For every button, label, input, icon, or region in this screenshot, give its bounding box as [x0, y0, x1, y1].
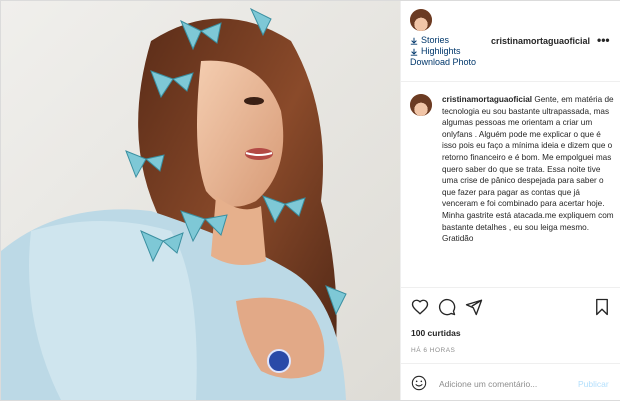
action-icons	[411, 298, 611, 318]
likes-count[interactable]: 100 curtidas	[411, 328, 461, 338]
highlights-link[interactable]: Highlights	[410, 46, 476, 57]
post-photo[interactable]	[1, 1, 400, 400]
download-photo-link[interactable]: Download Photo	[410, 57, 476, 68]
header-username[interactable]: cristinamortaguaoficial	[491, 36, 590, 46]
stories-link[interactable]: Stories	[410, 35, 476, 46]
more-icon: •••	[597, 33, 610, 47]
comment-input[interactable]	[437, 374, 573, 394]
caption-text: Gente, em matéria de tecnologia eu sou b…	[442, 95, 614, 244]
more-options-button[interactable]: •••	[597, 33, 610, 47]
caption-avatar[interactable]	[410, 94, 432, 116]
highlights-icon	[410, 48, 418, 56]
post-timestamp[interactable]: HÁ 6 HORAS	[411, 347, 455, 354]
stories-icon	[410, 37, 418, 45]
post-actions: 100 curtidas HÁ 6 HORAS	[401, 287, 620, 354]
stories-label: Stories	[421, 35, 450, 45]
header-avatar[interactable]	[410, 9, 432, 31]
post-header: Stories Highlights Download Photo cristi…	[401, 1, 620, 82]
highlights-label: Highlights	[421, 46, 461, 56]
share-icon[interactable]	[465, 298, 483, 316]
publish-button[interactable]: Publicar	[578, 379, 609, 389]
post-image	[1, 1, 400, 400]
header-extension-links: Stories Highlights Download Photo	[410, 35, 476, 68]
caption-text-block: cristinamortaguaoficial Gente, em matéri…	[442, 94, 614, 245]
post-side-panel: Stories Highlights Download Photo cristi…	[400, 1, 620, 400]
like-heart-icon[interactable]	[411, 298, 429, 316]
save-bookmark-icon[interactable]	[593, 298, 611, 316]
add-comment-bar: Publicar	[401, 363, 620, 401]
post-window: Stories Highlights Download Photo cristi…	[0, 0, 620, 401]
smile-icon[interactable]	[411, 375, 427, 391]
comment-icon[interactable]	[438, 298, 456, 316]
caption-username[interactable]: cristinamortaguaoficial	[442, 95, 532, 104]
